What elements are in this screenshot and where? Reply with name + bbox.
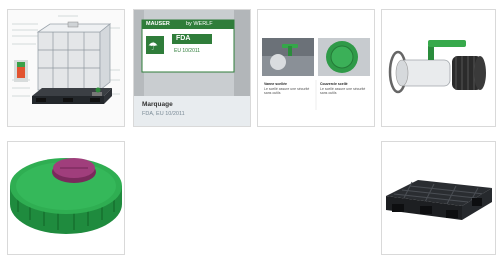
marquage-title: Marquage (142, 101, 173, 108)
valve-text-block: Vanne scellée Le scellé assure une sécur… (264, 82, 312, 96)
lid-text-2: sans outils (320, 91, 337, 95)
marquage-caption: Marquage FDA, EU 10/2011 (134, 96, 250, 126)
valve-text-2: sans outils (264, 91, 281, 95)
green-lid-photo (8, 142, 124, 254)
lid-text-block: Couvercle scellé Le scellé assure une sé… (320, 82, 368, 96)
marquage-tile[interactable]: ☂ MAUSER by WERLF FDA EU 10/2011 Marquag… (133, 9, 251, 127)
plate-brand: MAUSER (146, 21, 170, 27)
marquage-subtitle: FDA, EU 10/2011 (142, 111, 185, 117)
svg-text:☂: ☂ (148, 40, 158, 53)
sealed-valve-lid-tile[interactable]: Vanne scellée Le scellé assure une sécur… (257, 9, 375, 127)
pallet-photo (382, 142, 495, 254)
ibc-diagram-tile[interactable] (7, 9, 125, 127)
ibc-illustration (8, 10, 124, 126)
plate-brand-2: by WERLF (186, 21, 213, 27)
plate-code: FDA (176, 35, 191, 42)
sealed-parts-photos (258, 10, 374, 126)
valve-adapter-photo (382, 10, 495, 126)
valve-adapter-tile[interactable] (381, 9, 496, 127)
plate-code-2: EU 10/2011 (174, 48, 201, 54)
green-lid-tile[interactable] (7, 141, 125, 255)
pallet-tile[interactable] (381, 141, 496, 255)
